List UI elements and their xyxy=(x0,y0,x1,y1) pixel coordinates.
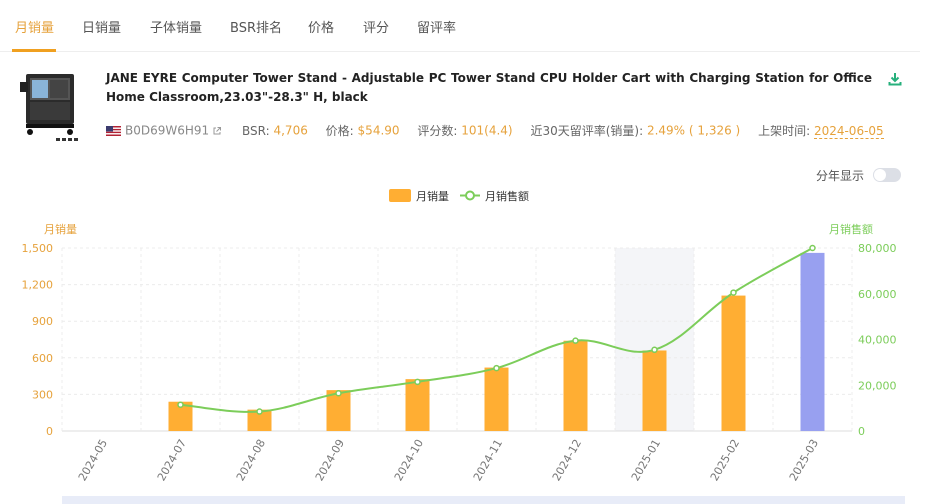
chart-bottom-strip xyxy=(62,496,905,504)
revenue-point-2024-07[interactable] xyxy=(177,401,184,408)
bar-2025-02[interactable] xyxy=(721,295,746,431)
x-tick-label: 2024-09 xyxy=(313,437,347,483)
revenue-point-2025-01[interactable] xyxy=(651,346,658,354)
x-tick-label: 2025-01 xyxy=(629,437,663,483)
x-tick-label: 2024-12 xyxy=(550,437,584,483)
y-tick-right: 0 xyxy=(858,425,865,438)
x-tick-label: 2024-10 xyxy=(392,437,426,483)
legend-line-marker xyxy=(465,190,475,201)
y-axis-right-title: 月销售额 xyxy=(829,222,873,236)
chart-legend: 月销量 月销售额 xyxy=(389,189,529,203)
legend-label-revenue: 月销售额 xyxy=(485,189,529,203)
y-tick-right: 60,000 xyxy=(858,288,897,301)
y-tick-right: 20,000 xyxy=(858,379,897,392)
x-tick-label: 2025-02 xyxy=(708,437,742,483)
bar-2025-03[interactable] xyxy=(800,252,825,431)
monthly-sales-chart: 月销量 月销售额 月销量 月销售额 0 300 600 900 1,200 1,500 0 2… xyxy=(22,189,897,483)
x-tick-label: 2025-03 xyxy=(787,437,821,483)
bar-2024-10[interactable] xyxy=(405,379,430,431)
bar-2024-12[interactable] xyxy=(563,340,588,431)
bar-2025-01[interactable] xyxy=(642,350,667,431)
y-tick-left: 0 xyxy=(46,425,53,438)
y-tick-left: 300 xyxy=(32,388,53,401)
y-tick-left: 900 xyxy=(32,315,53,328)
y-tick-right: 40,000 xyxy=(858,334,897,347)
revenue-point-2024-12[interactable] xyxy=(572,337,579,344)
revenue-point-2024-10[interactable] xyxy=(414,378,421,386)
revenue-point-2025-03[interactable] xyxy=(809,244,816,252)
y-tick-right: 80,000 xyxy=(858,242,897,255)
plot-area: 0 300 600 900 1,200 1,500 0 20,000 40,000 60,000 8… xyxy=(22,242,897,483)
legend-label-sales: 月销量 xyxy=(416,189,449,203)
revenue-point-2025-02[interactable] xyxy=(730,289,737,296)
x-tick-label: 2024-08 xyxy=(234,437,268,483)
revenue-point-2024-08[interactable] xyxy=(256,408,263,415)
revenue-point-2024-11[interactable] xyxy=(493,364,500,372)
revenue-point-2024-09[interactable] xyxy=(335,390,342,397)
x-tick-label: 2024-05 xyxy=(76,437,110,483)
x-tick-label: 2024-07 xyxy=(155,437,189,483)
y-tick-left: 1,500 xyxy=(22,242,54,255)
y-axis-left-title: 月销量 xyxy=(44,222,77,236)
y-tick-left: 600 xyxy=(32,352,53,365)
y-tick-left: 1,200 xyxy=(22,279,54,292)
x-tick-label: 2024-11 xyxy=(471,437,505,483)
legend-bar-swatch[interactable] xyxy=(389,189,411,202)
bar-2024-11[interactable] xyxy=(484,367,509,431)
